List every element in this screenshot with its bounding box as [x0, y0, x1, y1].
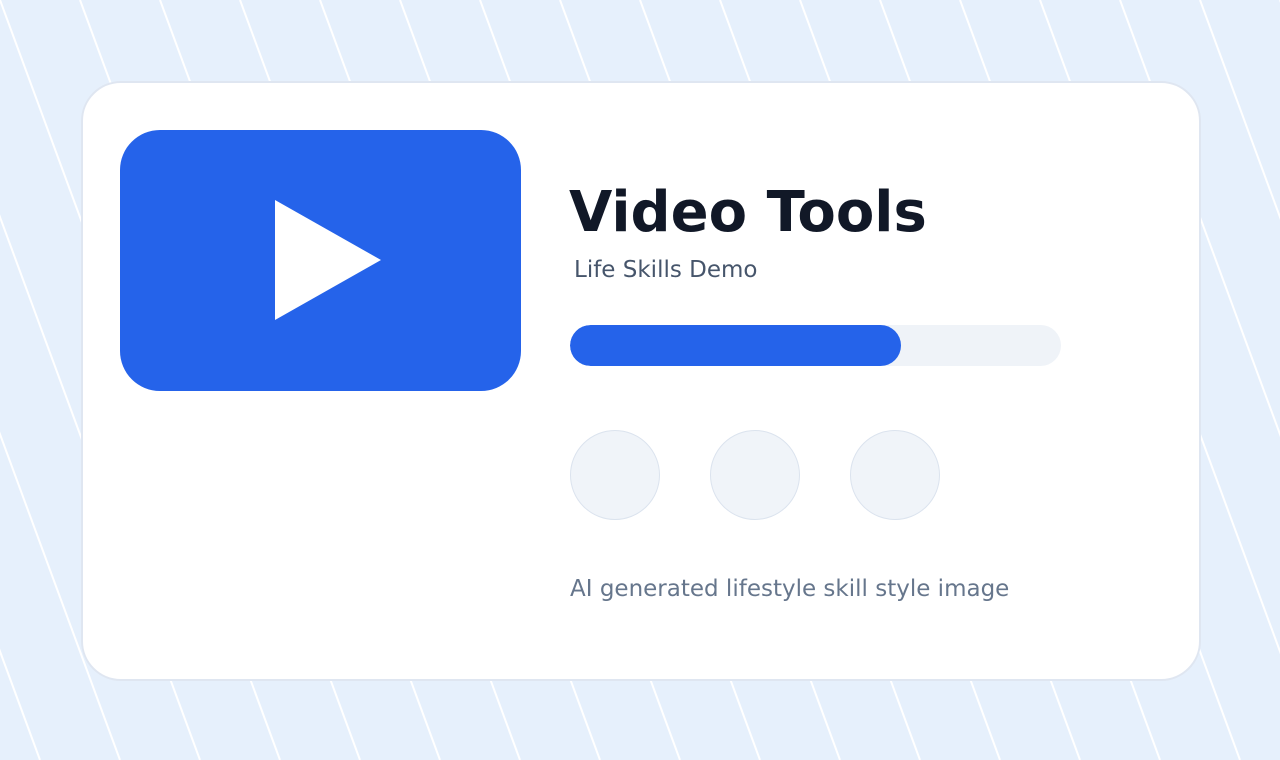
progress-fill	[570, 325, 902, 366]
background-stripe	[1199, 0, 1280, 221]
page-subtitle: Life Skills Demo	[574, 257, 758, 283]
circle-button-2[interactable]	[710, 430, 800, 520]
progress-bar	[570, 325, 1061, 366]
circle-button-1[interactable]	[570, 430, 660, 520]
circle-button-3[interactable]	[850, 430, 940, 520]
page-title: Video Tools	[569, 180, 927, 245]
video-thumbnail[interactable]	[120, 130, 521, 391]
image-caption: AI generated lifestyle skill style image	[570, 576, 1010, 602]
play-icon	[275, 200, 381, 320]
background-stripe	[0, 648, 41, 760]
